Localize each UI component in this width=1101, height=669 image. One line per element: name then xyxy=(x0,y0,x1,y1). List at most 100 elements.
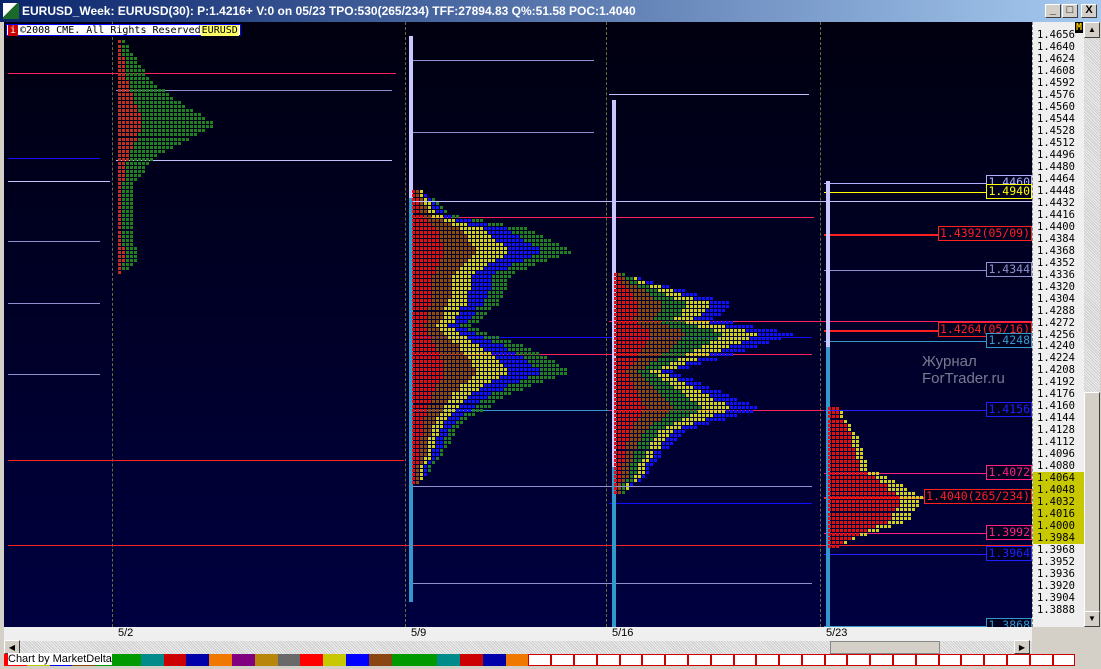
tpo-block xyxy=(452,319,455,323)
palette-swatch[interactable] xyxy=(368,654,392,666)
palette-swatch[interactable] xyxy=(779,654,802,666)
tpo-block xyxy=(832,447,835,451)
tpo-block xyxy=(552,376,555,380)
palette-swatch[interactable] xyxy=(847,654,871,666)
palette-swatch[interactable] xyxy=(870,654,894,666)
color-palette[interactable] xyxy=(4,654,1101,666)
hscroll-thumb[interactable] xyxy=(830,641,940,654)
tpo-block xyxy=(726,341,729,345)
scroll-up-button[interactable]: ▲ xyxy=(1084,22,1100,38)
tpo-block xyxy=(488,368,491,372)
tpo-block xyxy=(634,321,637,325)
palette-swatch[interactable] xyxy=(414,654,438,666)
palette-swatch[interactable] xyxy=(254,654,278,666)
tpo-block xyxy=(412,190,415,194)
palette-swatch[interactable] xyxy=(619,654,643,666)
palette-swatch[interactable] xyxy=(140,654,164,666)
palette-swatch[interactable] xyxy=(733,654,757,666)
palette-swatch[interactable] xyxy=(1029,654,1053,666)
tpo-block xyxy=(178,121,181,125)
palette-swatch[interactable] xyxy=(459,654,483,666)
tpo-block xyxy=(146,101,149,105)
palette-swatch[interactable] xyxy=(300,654,324,666)
scroll-down-button[interactable]: ▼ xyxy=(1084,611,1100,627)
palette-swatch[interactable] xyxy=(186,654,210,666)
tpo-block xyxy=(496,238,499,242)
tpo-block xyxy=(840,427,843,431)
tpo-block xyxy=(456,254,459,258)
tpo-block xyxy=(134,117,137,121)
tpo-block xyxy=(880,500,883,504)
tpo-block xyxy=(166,113,169,117)
palette-swatch[interactable] xyxy=(984,654,1008,666)
tpo-block xyxy=(658,345,661,349)
palette-swatch[interactable] xyxy=(1007,654,1030,666)
scroll-thumb[interactable] xyxy=(1084,392,1100,622)
info-icon[interactable]: i xyxy=(8,25,19,36)
tpo-block xyxy=(130,202,133,206)
palette-swatch[interactable] xyxy=(687,654,711,666)
tpo-block xyxy=(150,137,153,141)
tpo-block xyxy=(528,238,531,242)
palette-swatch[interactable] xyxy=(482,654,506,666)
price-axis[interactable]: M 1.4656 1.4640 1.4624 1.4608 1.4592 1.4576 1.4… xyxy=(1032,22,1084,627)
tpo-block xyxy=(126,194,129,198)
tpo-block xyxy=(448,299,451,303)
tpo-block xyxy=(698,329,701,333)
palette-swatch[interactable] xyxy=(824,654,848,666)
palette-swatch[interactable] xyxy=(710,654,734,666)
palette-swatch[interactable] xyxy=(665,654,688,666)
scroll-right-button[interactable]: ▶ xyxy=(1014,640,1030,654)
palette-swatch[interactable] xyxy=(1052,654,1076,666)
tpo-block xyxy=(134,72,137,76)
tpo-block xyxy=(452,214,455,218)
palette-swatch[interactable] xyxy=(437,654,460,666)
palette-swatch[interactable] xyxy=(391,654,415,666)
tpo-block xyxy=(670,361,673,365)
palette-swatch[interactable] xyxy=(209,654,232,666)
horizontal-scrollbar[interactable]: ◀ ▶ xyxy=(4,640,1032,654)
palette-swatch[interactable] xyxy=(756,654,780,666)
scroll-left-button[interactable]: ◀ xyxy=(4,640,20,654)
level-label: 1.3964 xyxy=(986,546,1032,562)
palette-swatch[interactable] xyxy=(801,654,825,666)
palette-swatch[interactable] xyxy=(961,654,985,666)
value-area-bar xyxy=(826,181,830,348)
tpo-block xyxy=(888,480,891,484)
palette-swatch[interactable] xyxy=(528,654,552,666)
palette-swatch[interactable] xyxy=(915,654,939,666)
tpo-block xyxy=(710,329,713,333)
palette-swatch[interactable] xyxy=(345,654,369,666)
palette-swatch[interactable] xyxy=(596,654,620,666)
palette-swatch[interactable] xyxy=(642,654,666,666)
tpo-block xyxy=(428,453,431,457)
tpo-block xyxy=(630,434,633,438)
palette-swatch[interactable] xyxy=(117,654,141,666)
palette-swatch[interactable] xyxy=(893,654,916,666)
minimize-button[interactable]: _ xyxy=(1045,4,1061,18)
tpo-block xyxy=(840,435,843,439)
palette-swatch[interactable] xyxy=(938,654,962,666)
tpo-block xyxy=(484,275,487,279)
tpo-block xyxy=(618,470,621,474)
close-button[interactable]: X xyxy=(1081,4,1097,18)
palette-swatch[interactable] xyxy=(573,654,597,666)
tpo-block xyxy=(480,384,483,388)
tpo-block xyxy=(452,299,455,303)
tpo-block xyxy=(666,410,669,414)
palette-swatch[interactable] xyxy=(231,654,255,666)
palette-swatch[interactable] xyxy=(163,654,187,666)
palette-swatch[interactable] xyxy=(551,654,574,666)
date-label: 5/2 xyxy=(118,627,134,639)
palette-swatch[interactable] xyxy=(323,654,346,666)
tpo-block xyxy=(504,226,507,230)
tpo-block xyxy=(674,438,677,442)
palette-swatch[interactable] xyxy=(505,654,529,666)
vertical-scrollbar[interactable]: ▲ ▼ xyxy=(1084,22,1100,627)
maximize-button[interactable]: □ xyxy=(1062,4,1078,18)
tpo-block xyxy=(618,410,621,414)
palette-swatch[interactable] xyxy=(277,654,301,666)
tpo-block xyxy=(654,381,657,385)
market-profile-chart[interactable]: i ©2008 CME. All Rights ReservedEURUSD Жу… xyxy=(4,22,1032,627)
tpo-block xyxy=(698,313,701,317)
